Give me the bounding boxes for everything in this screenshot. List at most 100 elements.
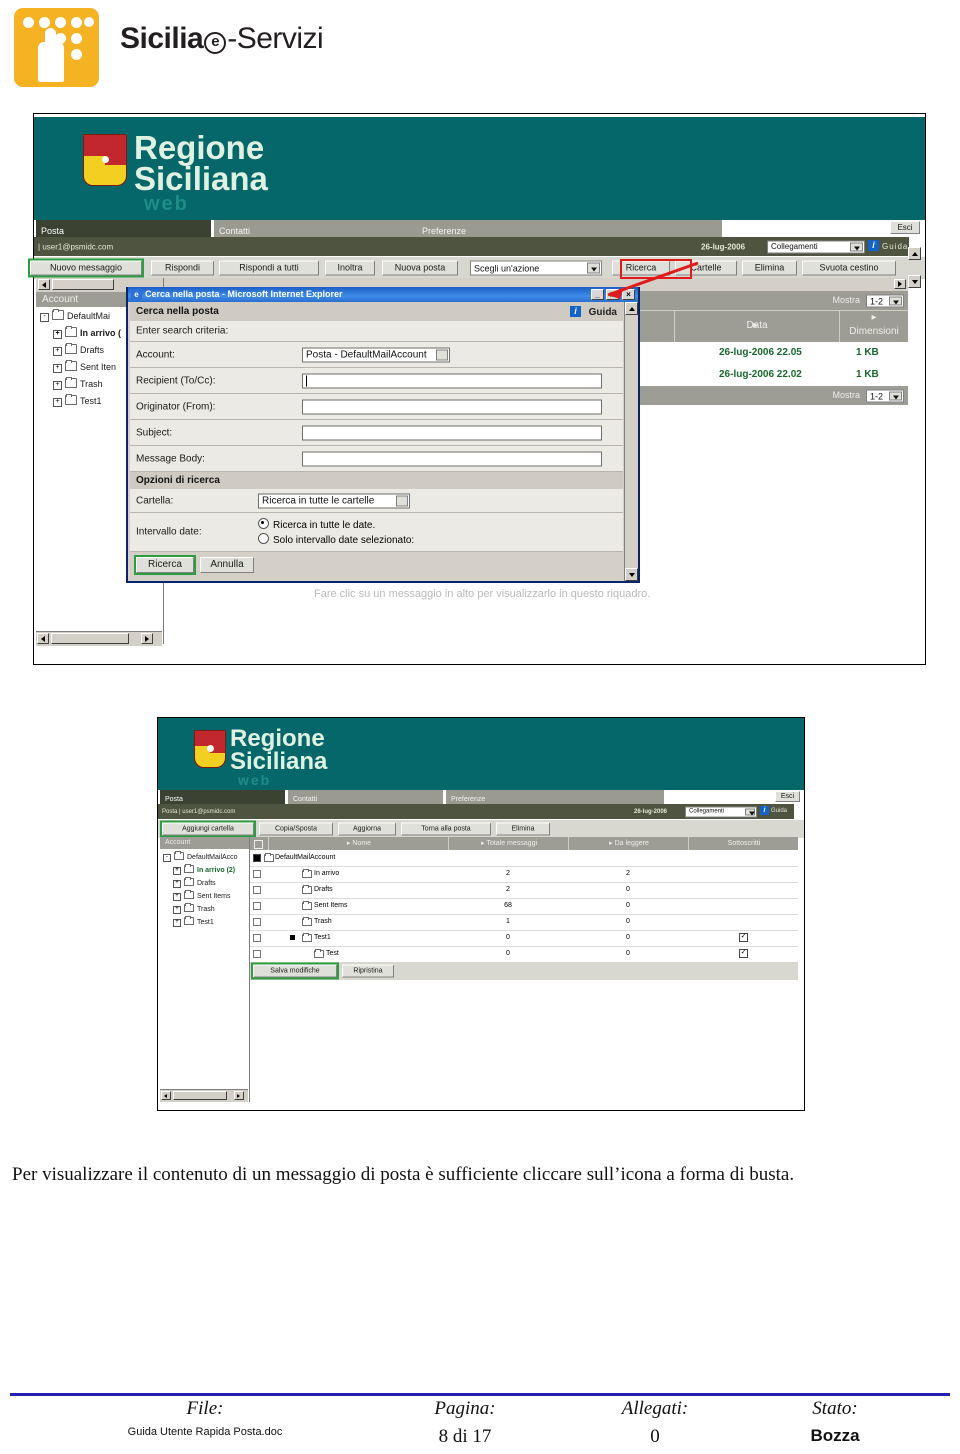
table-row[interactable]: Test 0 0 ✓ — [250, 946, 798, 963]
expand-toggle-icon[interactable]: + — [53, 364, 62, 373]
expand-toggle-icon[interactable]: + — [53, 381, 62, 390]
expand-toggle-icon[interactable]: + — [173, 893, 181, 901]
scroll-thumb[interactable] — [52, 279, 114, 290]
collapse-toggle-icon[interactable]: - — [163, 854, 171, 862]
chevron-down-icon[interactable] — [436, 349, 448, 360]
chevron-down-icon[interactable] — [889, 296, 902, 306]
table-row[interactable]: Drafts 2 0 — [250, 882, 798, 899]
expand-toggle-icon[interactable]: + — [53, 398, 62, 407]
elimina-button[interactable]: Elimina — [496, 822, 550, 836]
tree-item-test1[interactable]: + Test1 — [173, 916, 214, 927]
recipient-input[interactable] — [302, 373, 602, 388]
radio-icon-selected[interactable] — [258, 518, 269, 529]
nuova-posta-button[interactable]: Nuova posta — [382, 260, 458, 276]
row-checkbox[interactable] — [253, 886, 261, 894]
column-dimensioni[interactable]: ▸ Dimensioni — [839, 311, 908, 343]
expand-toggle-icon[interactable] — [290, 935, 295, 940]
table-row[interactable]: Trash 1 0 — [250, 914, 798, 931]
dialog-titlebar[interactable]: e Cerca nella posta - Microsoft Internet… — [128, 287, 638, 302]
expand-toggle-icon[interactable]: + — [173, 919, 181, 927]
tab-contatti[interactable]: Contatti — [288, 790, 443, 804]
table-row[interactable]: DefaultMailAccount — [250, 850, 798, 867]
subscribed-checkbox-checked[interactable]: ✓ — [739, 933, 748, 942]
scroll-thumb[interactable] — [173, 1091, 227, 1100]
tab-posta[interactable]: Posta — [160, 790, 285, 804]
account-select[interactable]: Posta - DefaultMailAccount — [302, 347, 450, 362]
nuovo-messaggio-button[interactable]: Nuovo messaggio — [28, 258, 144, 278]
inoltra-button[interactable]: Inoltra — [325, 260, 375, 276]
scroll-left-button[interactable] — [37, 633, 49, 644]
ripristina-button[interactable]: Ripristina — [342, 964, 394, 978]
logout-button[interactable]: Esci — [890, 221, 920, 234]
elimina-button[interactable]: Elimina — [742, 260, 797, 276]
row-checkbox[interactable] — [253, 950, 261, 958]
expand-toggle-icon[interactable]: + — [173, 867, 181, 875]
expand-toggle-icon[interactable]: + — [53, 330, 62, 339]
help-info-icon[interactable]: i — [570, 306, 581, 317]
tree-item-test1[interactable]: + Test1 — [53, 394, 102, 407]
tab-posta[interactable]: Posta — [36, 220, 211, 237]
tree-root-item[interactable]: - DefaultMailAcco — [163, 851, 238, 862]
column-da-leggere[interactable]: ▸ Da leggere — [568, 837, 689, 850]
bottom-hscrollbar[interactable] — [36, 631, 162, 646]
originator-input[interactable] — [302, 399, 602, 414]
help-info-icon[interactable]: i — [760, 806, 769, 815]
bottom-hscrollbar-2[interactable] — [160, 1089, 248, 1102]
radio-selected-range[interactable]: Solo intervallo date selezionato: — [258, 533, 414, 546]
tree-item-trash[interactable]: + Trash — [173, 903, 215, 914]
torna-alla-posta-button[interactable]: Torna alla posta — [401, 822, 491, 836]
select-all-checkbox[interactable] — [254, 840, 263, 849]
table-row[interactable]: In arrivo 2 2 — [250, 866, 798, 883]
chevron-down-icon[interactable] — [745, 808, 755, 816]
ricerca-submit-button[interactable]: Ricerca — [134, 555, 196, 575]
subject-input[interactable] — [302, 425, 602, 440]
scroll-up-button[interactable] — [908, 247, 921, 260]
chevron-down-icon[interactable] — [396, 495, 408, 506]
aggiorna-button[interactable]: Aggiorna — [338, 822, 396, 836]
scegli-un-azione-select[interactable]: Scegli un'azione — [470, 260, 602, 276]
expand-toggle-icon[interactable]: + — [173, 906, 181, 914]
tab-contatti[interactable]: Contatti — [214, 220, 429, 237]
mostra-range-select-bottom[interactable]: 1-2 — [866, 389, 904, 403]
scroll-thumb[interactable] — [51, 633, 129, 644]
scroll-down-button[interactable] — [625, 568, 638, 581]
minimize-button[interactable]: _ — [591, 289, 604, 300]
scroll-right-button[interactable] — [894, 279, 906, 289]
column-totale-messaggi[interactable]: ▸ Totale messaggi — [448, 837, 569, 850]
scroll-down-button[interactable] — [908, 275, 921, 288]
tab-preferenze[interactable]: Preferenze — [417, 220, 722, 237]
scroll-right-button[interactable] — [141, 633, 153, 644]
scroll-left-button[interactable] — [161, 1091, 171, 1100]
expand-toggle-icon[interactable]: + — [53, 347, 62, 356]
salva-modifiche-button[interactable]: Salva modifiche — [251, 962, 339, 980]
collapse-toggle-icon[interactable]: - — [40, 313, 49, 322]
chevron-down-icon[interactable] — [889, 391, 902, 401]
subscribed-checkbox-checked[interactable]: ✓ — [739, 949, 748, 958]
column-nome[interactable]: ▸ Nome — [268, 837, 449, 850]
close-button[interactable]: × — [622, 289, 635, 300]
tree-item-in-arrivo[interactable]: + In arrivo ( — [53, 326, 121, 339]
logout-button[interactable]: Esci — [775, 791, 800, 802]
tree-item-drafts[interactable]: + Drafts — [53, 343, 104, 356]
maximize-button[interactable]: □ — [606, 289, 619, 300]
tab-preferenze[interactable]: Preferenze — [446, 790, 664, 804]
collegamenti-select[interactable]: Collegamenti — [767, 240, 865, 253]
cartella-select[interactable]: Ricerca in tutte le cartelle — [258, 493, 410, 508]
svuota-cestino-button[interactable]: Svuota cestino — [802, 260, 896, 276]
tree-root-item[interactable]: - DefaultMai — [40, 309, 110, 322]
table-row[interactable]: Test1 0 0 ✓ — [250, 930, 798, 947]
annulla-button[interactable]: Annulla — [200, 557, 254, 573]
tree-item-in-arrivo[interactable]: + In arrivo (2) — [173, 864, 235, 875]
rispondi-a-tutti-button[interactable]: Rispondi a tutti — [219, 260, 319, 276]
row-checkbox[interactable] — [253, 934, 261, 942]
collegamenti-select[interactable]: Collegamenti — [685, 806, 757, 817]
collapse-toggle-icon[interactable] — [253, 854, 261, 862]
radio-all-dates[interactable]: Ricerca in tutte le date. — [258, 518, 375, 531]
help-info-icon[interactable]: i — [868, 240, 879, 251]
aggiungi-cartella-button[interactable]: Aggiungi cartella — [160, 820, 256, 838]
chevron-down-icon[interactable] — [850, 242, 863, 251]
message-body-input[interactable] — [302, 451, 602, 466]
table-row[interactable]: Sent Items 68 0 — [250, 898, 798, 915]
row-checkbox[interactable] — [253, 902, 261, 910]
tree-item-trash[interactable]: + Trash — [53, 377, 103, 390]
